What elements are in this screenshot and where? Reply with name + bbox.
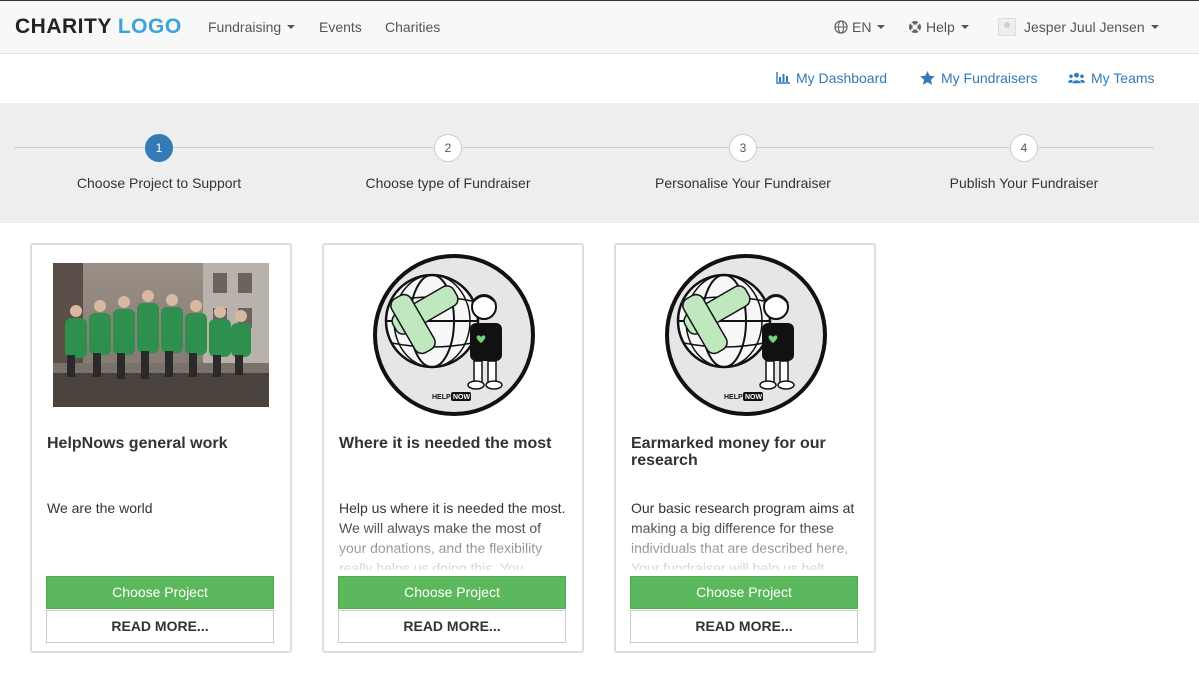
step-4-label: Publish Your Fundraiser [949,175,1099,191]
my-dashboard-label: My Dashboard [796,70,888,86]
read-more-button[interactable]: READ MORE... [46,610,274,643]
project-description: Our basic research program aims at makin… [631,500,855,570]
step-4-indicator: 4 [1010,134,1038,162]
project-title: HelpNows general work [47,435,228,452]
help-dropdown[interactable]: Help [908,18,969,36]
step-3-label: Personalise Your Fundraiser [655,175,831,191]
step-1-indicator: 1 [145,134,173,162]
star-icon [920,70,935,85]
step-1-label: Choose Project to Support [76,175,242,191]
top-navbar: CHARITY LOGO Fundraising Events Charities… [0,0,1199,54]
choose-project-button[interactable]: Choose Project [338,576,566,609]
nav-fundraising-label: Fundraising [208,19,282,35]
my-fundraisers-label: My Fundraisers [941,70,1038,86]
project-description: We are the world [47,500,153,516]
logo-text-help: HELP [432,394,451,401]
step-2-indicator: 2 [434,134,462,162]
step-2-label: Choose type of Fundraiser [365,175,531,191]
project-card: HELP NOW Earmarked money for our researc… [614,243,876,653]
project-description: Help us where it is needed the most. We … [339,500,566,570]
logo-text-now: NOW [453,394,471,401]
nav-events-label: Events [319,19,362,35]
logo-text-accent: LOGO [117,15,182,38]
help-label: Help [926,19,955,35]
chevron-down-icon [1150,25,1159,30]
progress-stepper: 1 Choose Project to Support 2 Choose typ… [0,103,1199,223]
my-teams-link[interactable]: My Teams [1068,69,1155,87]
user-menu-dropdown[interactable]: Jesper Juul Jensen [998,17,1159,36]
language-label: EN [852,19,872,35]
my-fundraisers-link[interactable]: My Fundraisers [920,69,1037,87]
chevron-down-icon [287,25,296,30]
project-card: HELP NOW Where it is needed the most Hel… [322,243,584,653]
my-dashboard-link[interactable]: My Dashboard [776,69,887,87]
account-subnav: My Dashboard My Fundraisers My Teams [0,55,1199,103]
users-icon [1068,72,1085,83]
read-more-button[interactable]: READ MORE... [338,610,566,643]
choose-project-button[interactable]: Choose Project [46,576,274,609]
avatar [998,17,1016,36]
charity-logo[interactable]: CHARITY LOGO [15,15,182,39]
logo-text-primary: CHARITY [15,15,112,38]
chevron-down-icon [960,25,969,30]
bar-chart-icon [776,71,790,84]
chevron-down-icon [877,25,886,30]
project-card: HelpNows general work We are the world C… [30,243,292,653]
user-name: Jesper Juul Jensen [1024,19,1145,35]
language-dropdown[interactable]: EN [834,18,886,36]
lifebuoy-icon [909,21,921,34]
nav-charities-link[interactable]: Charities [385,18,440,36]
step-3-indicator: 3 [729,134,757,162]
project-photo [53,263,269,407]
helpnow-logo: HELP NOW [664,253,828,417]
logo-text-help: HELP [724,394,743,401]
logo-text-now: NOW [745,394,763,401]
nav-fundraising-dropdown[interactable]: Fundraising [208,18,296,36]
helpnow-logo: HELP NOW [372,253,536,417]
stepper-line [14,147,1154,148]
nav-events-link[interactable]: Events [319,18,362,36]
project-title: Earmarked money for our research [631,435,826,469]
nav-charities-label: Charities [385,19,441,35]
choose-project-button[interactable]: Choose Project [630,576,858,609]
project-title: Where it is needed the most [339,435,552,452]
globe-icon [834,20,848,34]
my-teams-label: My Teams [1091,70,1155,86]
read-more-button[interactable]: READ MORE... [630,610,858,643]
